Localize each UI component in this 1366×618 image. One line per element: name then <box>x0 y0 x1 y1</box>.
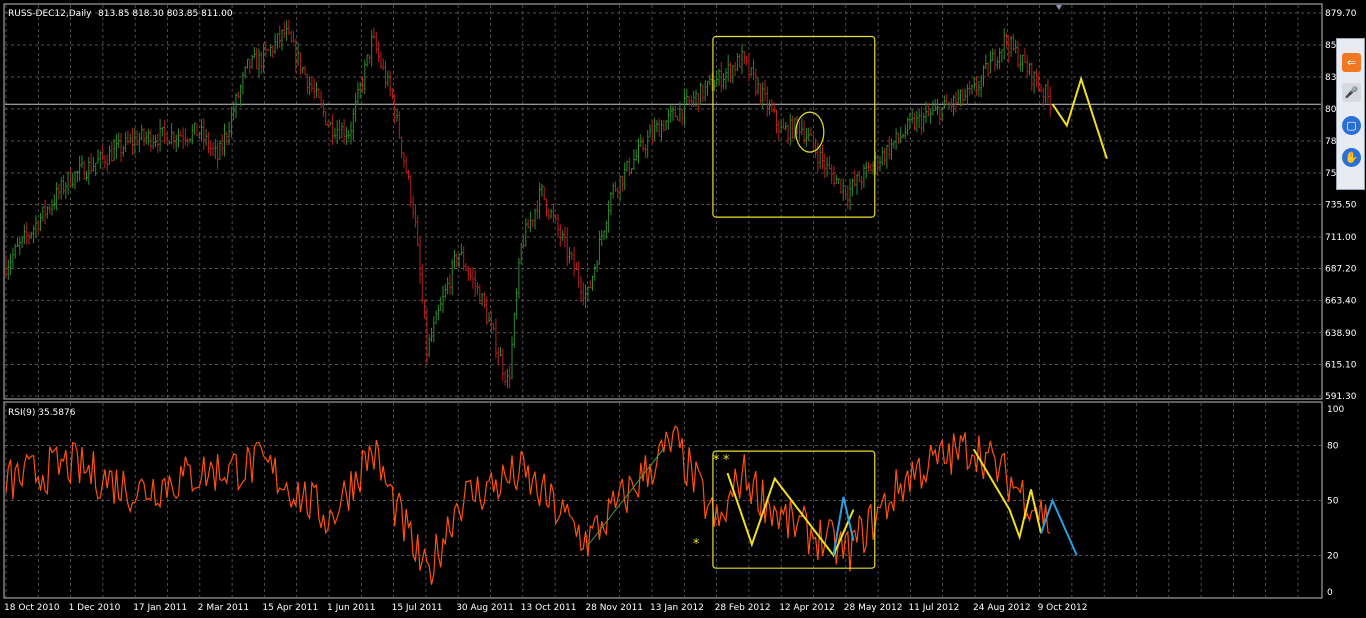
y-tick-label: 879.70 <box>1325 9 1357 19</box>
hand-icon[interactable]: ✋ <box>1342 148 1361 167</box>
forecast-zigzag <box>1051 75 1108 159</box>
rsi-tick-label: 80 <box>1327 442 1339 452</box>
rsi-panel-frame <box>3 401 1323 599</box>
price-panel-frame <box>3 3 1323 400</box>
x-tick-label: 13 Oct 2011 <box>521 603 577 613</box>
microphone-icon[interactable]: 🎤 <box>1342 83 1361 102</box>
x-tick-label: 2 Mar 2011 <box>198 603 249 613</box>
scroll-marker <box>1056 5 1062 10</box>
grid <box>5 5 1321 597</box>
x-tick-label: 28 May 2012 <box>844 603 903 613</box>
asterisk-mark: * <box>723 453 730 468</box>
y-tick-label: 638.90 <box>1325 329 1357 339</box>
x-tick-label: 1 Jun 2011 <box>327 603 375 613</box>
x-tick-label: 15 Apr 2011 <box>262 603 318 613</box>
y-tick-label: 711.00 <box>1325 233 1357 243</box>
y-tick-label: 663.40 <box>1325 296 1357 306</box>
rsi-title: RSI(9) 35.5876 <box>8 408 76 418</box>
x-tick-label: 30 Aug 2011 <box>456 603 514 613</box>
floating-toolbar: ⇐ 🎤 ▢ ✋ <box>1336 38 1365 190</box>
y-tick-label: 591.30 <box>1325 392 1357 402</box>
x-tick-label: 11 Jul 2012 <box>908 603 959 613</box>
x-tick-label: 28 Feb 2012 <box>715 603 771 613</box>
x-tick-label: 15 Jul 2011 <box>392 603 443 613</box>
x-tick-label: 13 Jan 2012 <box>650 603 704 613</box>
y-tick-label: 687.20 <box>1325 265 1357 275</box>
price-title: RUSS-DEC12,Daily <box>8 9 92 19</box>
back-arrow-icon[interactable]: ⇐ <box>1342 53 1361 72</box>
rsi-tick-label: 50 <box>1327 497 1339 507</box>
rsi-tick-label: 0 <box>1327 588 1333 598</box>
y-tick-label: 735.50 <box>1325 201 1357 211</box>
x-tick-label: 28 Nov 2011 <box>585 603 643 613</box>
x-tick-label: 9 Oct 2012 <box>1038 603 1088 613</box>
x-tick-label: 24 Aug 2012 <box>973 603 1031 613</box>
x-tick-label: 12 Apr 2012 <box>779 603 835 613</box>
rsi-tick-label: 100 <box>1327 405 1344 415</box>
x-tick-label: 17 Jan 2011 <box>133 603 187 613</box>
asterisk-mark: * <box>713 453 720 468</box>
y-tick-label: 615.10 <box>1325 360 1357 370</box>
rsi-line <box>5 425 1051 585</box>
x-tick-label: 1 Dec 2010 <box>69 603 121 613</box>
axes: 879.70855.60831.50807.40783.30759.20735.… <box>4 5 1357 613</box>
asterisk-mark: * <box>693 537 700 552</box>
chart-canvas[interactable]: *** 879.70855.60831.50807.40783.30759.20… <box>0 0 1366 618</box>
rsi-tick-label: 20 <box>1327 551 1339 561</box>
ohlc-readout: 813.85 818.30 803.85 811.00 <box>98 9 233 19</box>
x-tick-label: 18 Oct 2010 <box>4 603 60 613</box>
square-icon[interactable]: ▢ <box>1342 116 1361 135</box>
rsi-highlight-box <box>712 450 876 569</box>
